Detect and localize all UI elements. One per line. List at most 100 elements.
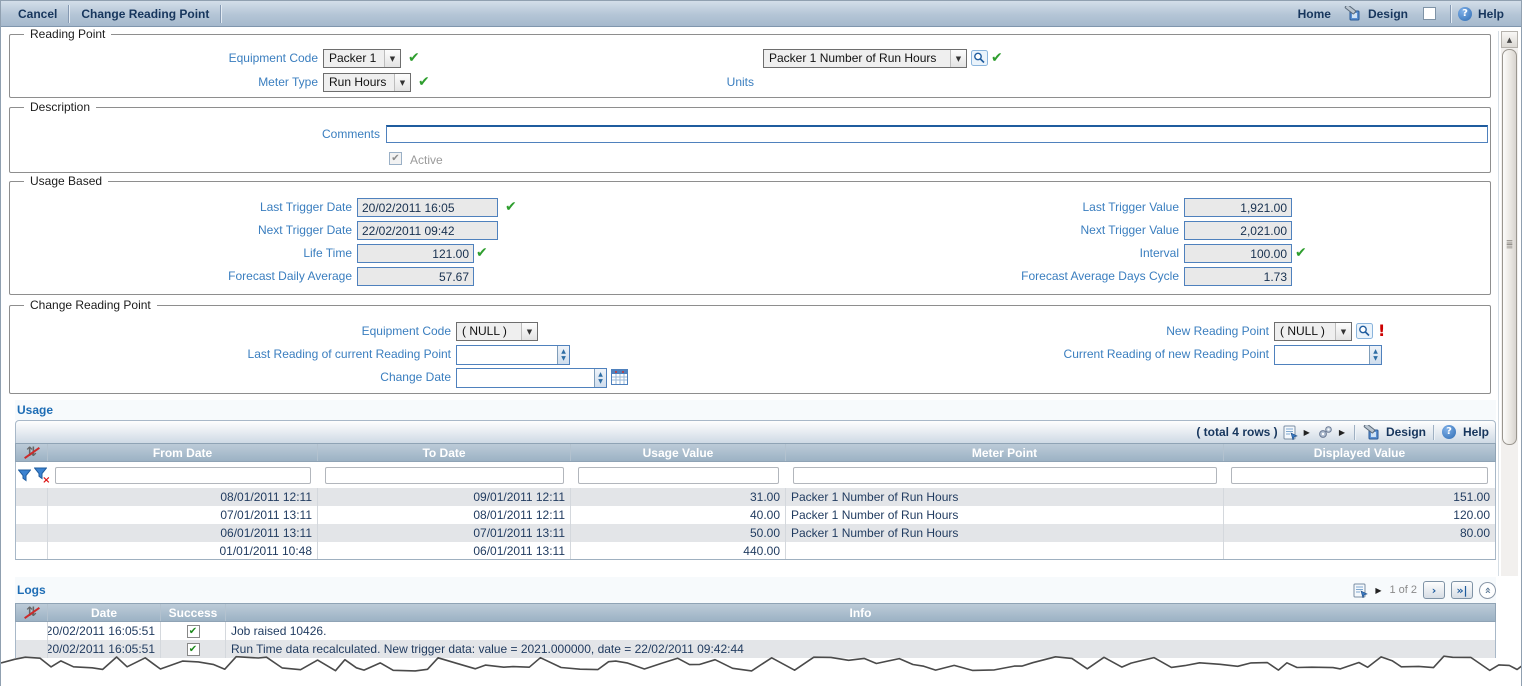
column-header-info[interactable]: Info — [226, 604, 1495, 621]
section-legend: Reading Point — [24, 27, 111, 41]
dropdown-button[interactable]: ▼ — [384, 50, 400, 67]
settings-gears-icon[interactable] — [1317, 425, 1334, 439]
equipment-code-value: Packer 1 — [324, 50, 384, 67]
dropdown-button[interactable]: ▼ — [394, 74, 410, 91]
menu-arrow-icon[interactable]: ▶ — [1375, 586, 1381, 595]
toolbar-separator — [1433, 425, 1435, 440]
meter-type-select[interactable]: Run Hours ▼ — [323, 73, 411, 92]
valid-check-icon: ✔ — [991, 49, 1003, 67]
column-header-meter-point[interactable]: Meter Point — [786, 444, 1224, 461]
usage-row[interactable]: 01/01/2011 10:48 06/01/2011 13:11 440.00 — [15, 542, 1496, 560]
section-legend: Description — [24, 100, 96, 114]
content-right-edge — [1498, 31, 1499, 576]
cell-usage-value: 40.00 — [571, 506, 786, 524]
design-icon — [1344, 6, 1362, 21]
crp-equipment-code-label: Equipment Code — [10, 324, 451, 338]
life-time-field: 121.00 — [357, 244, 474, 263]
sort-column-header[interactable]: ⇅ — [16, 604, 48, 621]
new-reading-point-label: New Reading Point — [810, 324, 1269, 338]
dropdown-button[interactable]: ▼ — [1335, 323, 1351, 340]
spinner-buttons[interactable]: ▲▼ — [1369, 346, 1381, 364]
cell-meter-point: Packer 1 Number of Run Hours — [786, 488, 1224, 506]
cell-usage-value: 440.00 — [571, 542, 786, 559]
cell-to-date: 09/01/2011 12:11 — [318, 488, 571, 506]
filter-to-date-input[interactable] — [325, 467, 564, 484]
change-date-value — [457, 369, 594, 387]
export-icon[interactable] — [1353, 583, 1369, 598]
home-button[interactable]: Home — [1289, 7, 1340, 21]
usage-row[interactable]: 08/01/2011 12:11 09/01/2011 12:11 31.00 … — [15, 488, 1496, 506]
thumb-grip-icon: ≡ ≡ — [1503, 241, 1516, 249]
equipment-code-select[interactable]: Packer 1 ▼ — [323, 49, 401, 68]
last-page-button[interactable]: »| — [1451, 581, 1473, 599]
scroll-up-button[interactable]: ▲ — [1501, 31, 1518, 48]
section-legend: Change Reading Point — [24, 298, 157, 312]
lookup-icon[interactable] — [971, 50, 988, 66]
next-trigger-date-field: 22/02/2011 09:42 — [357, 221, 498, 240]
dropdown-button[interactable]: ▼ — [521, 323, 537, 340]
vertical-scrollbar[interactable]: ▲ ≡ ≡ — [1501, 31, 1518, 576]
filter-displayed-value-input[interactable] — [1231, 467, 1488, 484]
column-header-success[interactable]: Success — [161, 604, 226, 621]
spinner-buttons[interactable]: ▲▼ — [557, 346, 569, 364]
design-checkbox[interactable] — [1423, 7, 1436, 20]
next-trigger-value-label: Next Trigger Value — [720, 223, 1179, 237]
column-header-to-date[interactable]: To Date — [318, 444, 571, 461]
export-icon[interactable] — [1283, 425, 1299, 440]
current-reading-input[interactable]: ▲▼ — [1274, 345, 1382, 365]
success-checkbox: ✔ — [187, 643, 200, 656]
help-button[interactable]: Help — [1478, 7, 1513, 21]
menu-arrow-icon[interactable]: ▶ — [1304, 428, 1310, 437]
life-time-label: Life Time — [10, 246, 352, 260]
chevron-down-icon: ▼ — [390, 55, 395, 63]
last-reading-input[interactable]: ▲▼ — [456, 345, 570, 365]
chevron-down-icon: ▼ — [1341, 328, 1346, 336]
cell-log-info: Job raised 10426. — [226, 622, 1495, 640]
column-header-displayed-value[interactable]: Displayed Value — [1224, 444, 1495, 461]
logs-grid: Logs ▶ 1 of 2 › »| » ⇅ Date Success Info — [15, 577, 1496, 658]
active-checkbox[interactable]: ✔ — [389, 152, 402, 165]
usage-row[interactable]: 07/01/2011 13:11 08/01/2011 12:11 40.00 … — [15, 506, 1496, 524]
log-row[interactable]: 20/02/2011 16:05:51 ✔ Run Time data reca… — [15, 640, 1496, 658]
filter-from-date-input[interactable] — [55, 467, 311, 484]
reading-point-section: Reading Point Equipment Code Packer 1 ▼ … — [9, 34, 1491, 98]
filter-meter-point-input[interactable] — [793, 467, 1217, 484]
meter-point-select[interactable]: Packer 1 Number of Run Hours ▼ — [763, 49, 967, 68]
usage-help-button[interactable]: Help — [1463, 425, 1489, 439]
cell-from-date: 07/01/2011 13:11 — [48, 506, 318, 524]
column-header-from-date[interactable]: From Date — [48, 444, 318, 461]
valid-check-icon: ✔ — [505, 198, 517, 216]
apply-filter-icon[interactable] — [18, 469, 31, 482]
new-reading-point-select[interactable]: ( NULL ) ▼ — [1274, 322, 1352, 341]
log-row[interactable]: 20/02/2011 16:05:51 ✔ Job raised 10426. — [15, 622, 1496, 640]
cancel-button[interactable]: Cancel — [9, 7, 66, 21]
collapse-button[interactable]: » — [1479, 582, 1496, 599]
usage-filter-row: × — [15, 462, 1496, 488]
design-button[interactable]: Design — [1366, 7, 1417, 21]
lookup-icon[interactable] — [1356, 323, 1373, 339]
column-header-usage-value[interactable]: Usage Value — [571, 444, 786, 461]
current-reading-value — [1275, 346, 1369, 364]
valid-check-icon: ✔ — [1295, 244, 1307, 262]
scrollbar-thumb[interactable]: ≡ ≡ — [1502, 49, 1517, 445]
toolbar-separator — [220, 5, 222, 23]
usage-row[interactable]: 06/01/2011 13:11 07/01/2011 13:11 50.00 … — [15, 524, 1496, 542]
clear-x-icon: × — [42, 475, 50, 486]
meter-type-value: Run Hours — [324, 74, 394, 91]
dropdown-button[interactable]: ▼ — [950, 50, 966, 67]
column-header-date[interactable]: Date — [48, 604, 161, 621]
filter-usage-value-input[interactable] — [578, 467, 779, 484]
sort-column-header[interactable]: ⇅ — [16, 444, 48, 461]
last-trigger-value-label: Last Trigger Value — [720, 200, 1179, 214]
calendar-icon[interactable] — [611, 369, 628, 385]
menu-arrow-icon[interactable]: ▶ — [1339, 428, 1345, 437]
next-page-button[interactable]: › — [1423, 581, 1445, 599]
usage-grid-title: Usage — [15, 400, 1496, 420]
logs-grid-header: ⇅ Date Success Info — [15, 603, 1496, 622]
interval-label: Interval — [720, 246, 1179, 260]
change-date-input[interactable]: ▲▼ — [456, 368, 607, 388]
comments-input[interactable] — [386, 125, 1488, 143]
spinner-buttons[interactable]: ▲▼ — [594, 369, 606, 387]
usage-design-button[interactable]: Design — [1386, 425, 1426, 439]
crp-equipment-code-select[interactable]: ( NULL ) ▼ — [456, 322, 538, 341]
